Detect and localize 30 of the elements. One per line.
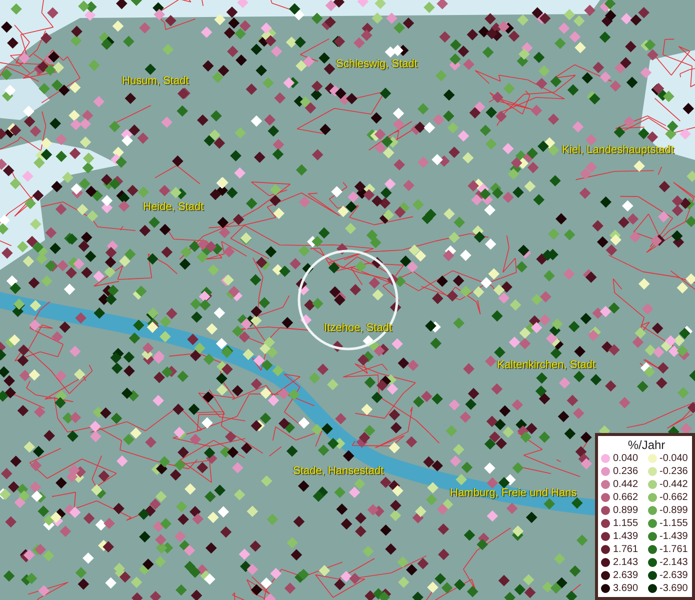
legend-value: 2.143: [613, 557, 638, 568]
place-label: Schleswig, Stadt: [336, 58, 418, 70]
legend-value: -0.442: [660, 479, 688, 490]
legend-value: -0.040: [660, 453, 688, 464]
legend-value: 2.639: [613, 570, 638, 581]
legend-value: -0.236: [660, 466, 688, 477]
legend-value: -0.899: [660, 505, 688, 516]
legend-value: -2.639: [660, 570, 688, 581]
place-label: Stade, Hansestadt: [293, 465, 384, 477]
legend-value: -1.155: [660, 518, 688, 529]
legend-value: 1.439: [613, 531, 638, 542]
legend-value: 0.899: [613, 505, 638, 516]
place-label: Husum, Stadt: [122, 75, 189, 87]
legend-value: -1.439: [660, 531, 688, 542]
legend-value: 3.690: [613, 583, 638, 594]
legend-value: 0.662: [613, 492, 638, 503]
legend-value: 1.155: [613, 518, 638, 529]
legend-value: -0.662: [660, 492, 688, 503]
legend-value: -2.143: [660, 557, 688, 568]
legend-value: 0.040: [613, 453, 638, 464]
legend-value: 1.761: [613, 544, 638, 555]
legend-title: %/Jahr: [626, 438, 666, 452]
place-label: Hamburg, Freie und Hans: [450, 487, 577, 499]
place-label: Kaltenkirchen, Stadt: [497, 359, 596, 371]
legend-value: 0.442: [613, 479, 638, 490]
legend-value: -3.690: [660, 583, 688, 594]
place-label: Kiel, Landeshauptstadt: [562, 144, 674, 156]
legend-value: 0.236: [613, 466, 638, 477]
legend-value: -1.761: [660, 544, 688, 555]
place-label: Heide, Stadt: [143, 201, 204, 213]
